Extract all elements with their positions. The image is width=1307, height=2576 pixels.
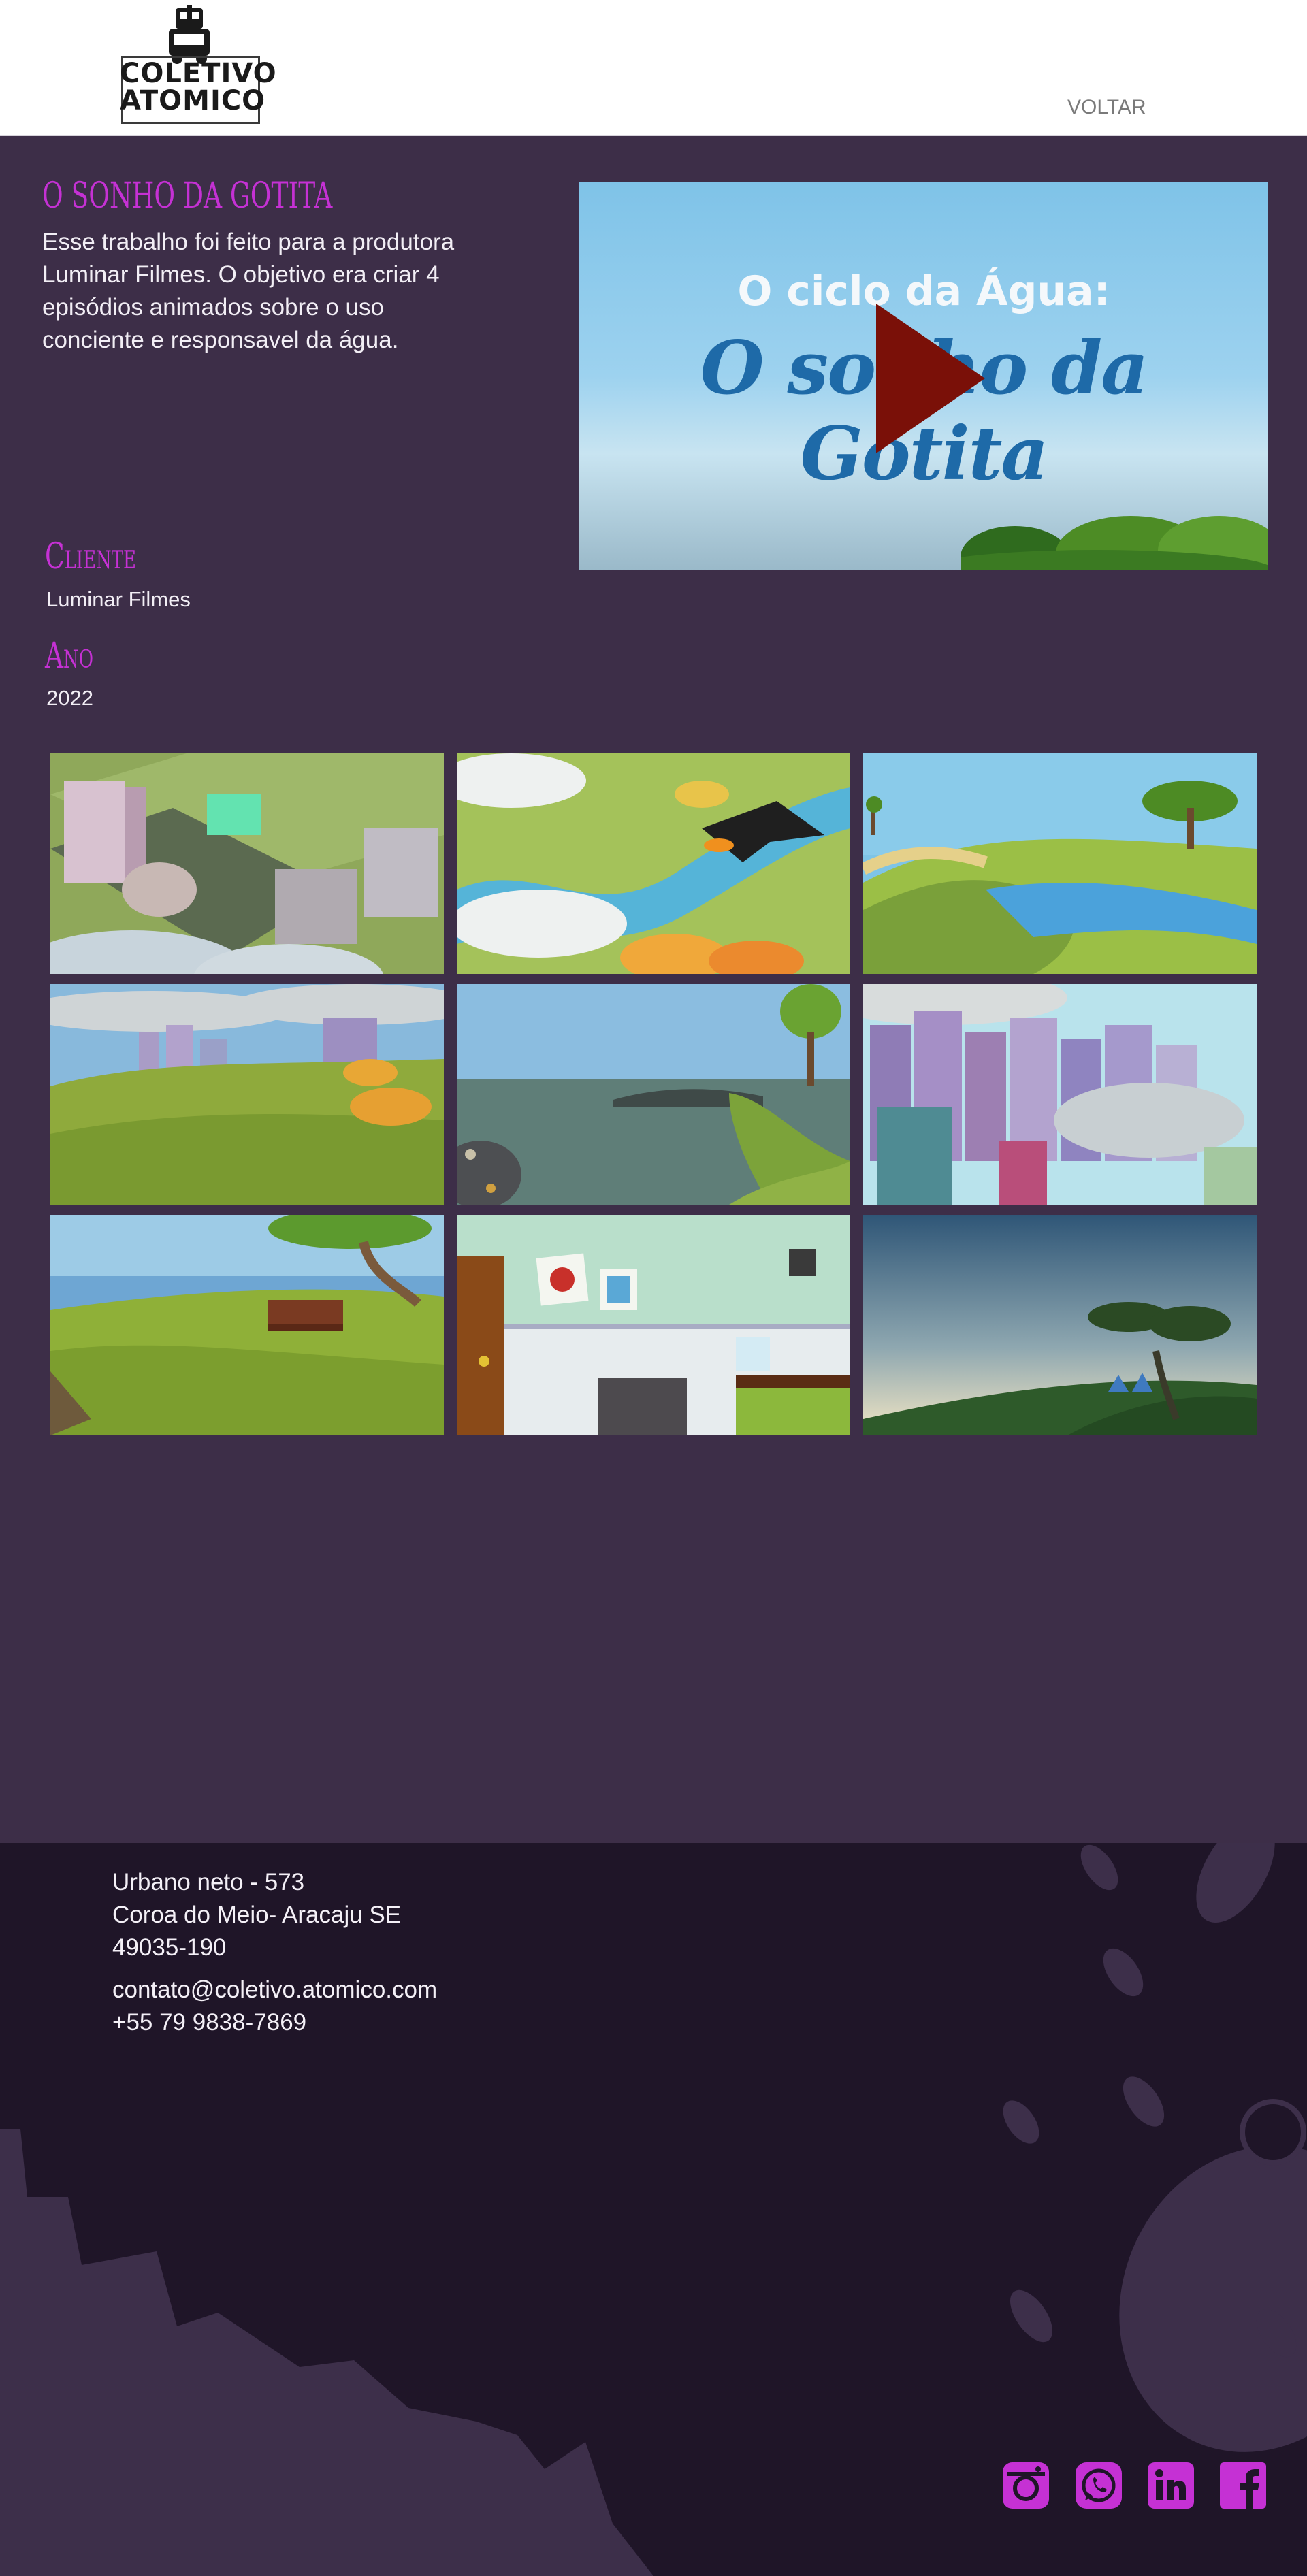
site-header: COLETIVO ATOMICO VOLTAR: [0, 0, 1307, 136]
video-player[interactable]: O ciclo da Água: O sonho da Gotita: [579, 182, 1268, 570]
gallery-thumb-river-valley[interactable]: [863, 753, 1257, 974]
gallery-thumb-sunset-tree[interactable]: [863, 1215, 1257, 1435]
footer-address-street: Urbano neto - 573: [112, 1869, 305, 1895]
project-title: O SONHO DA GOTITA: [42, 176, 333, 216]
instagram-icon[interactable]: [1003, 2462, 1049, 2509]
facebook-icon[interactable]: [1220, 2462, 1266, 2509]
footer-address-zip: 49035-190: [112, 1934, 227, 1961]
client-value: Luminar Filmes: [46, 587, 191, 611]
logo-text-bottom: ATOMICO: [120, 85, 266, 116]
gallery-thumb-city-park[interactable]: [50, 753, 444, 974]
year-label: Ano: [45, 636, 93, 676]
logo-text-top: COLETIVO: [120, 58, 277, 89]
gallery-thumb-river-toucan[interactable]: [457, 753, 850, 974]
back-link[interactable]: VOLTAR: [1067, 96, 1146, 119]
footer-address-city: Coroa do Meio- Aracaju SE: [112, 1902, 402, 1928]
bushes-illustration: [961, 516, 1268, 570]
play-icon[interactable]: [876, 304, 985, 453]
gallery-thumb-city-buildings[interactable]: [863, 984, 1257, 1205]
gallery-thumb-city-hill[interactable]: [50, 984, 444, 1205]
gallery-thumb-polluted-lake[interactable]: [457, 984, 850, 1205]
image-gallery: [50, 753, 1258, 1435]
coletivo-atomico-logo[interactable]: COLETIVO ATOMICO: [120, 5, 277, 125]
whatsapp-icon[interactable]: [1076, 2462, 1122, 2509]
gallery-thumb-park-bench[interactable]: [50, 1215, 444, 1435]
client-label: Cliente: [45, 536, 136, 577]
footer-email[interactable]: contato@coletivo.atomico.com: [112, 1976, 437, 2004]
project-description: Esse trabalho foi feito para a produtora…: [42, 229, 455, 353]
footer-phone[interactable]: +55 79 9838-7869: [112, 2009, 306, 2036]
gallery-thumb-kitchen[interactable]: [457, 1215, 850, 1435]
year-value: 2022: [46, 686, 93, 710]
linkedin-icon[interactable]: [1148, 2462, 1194, 2509]
